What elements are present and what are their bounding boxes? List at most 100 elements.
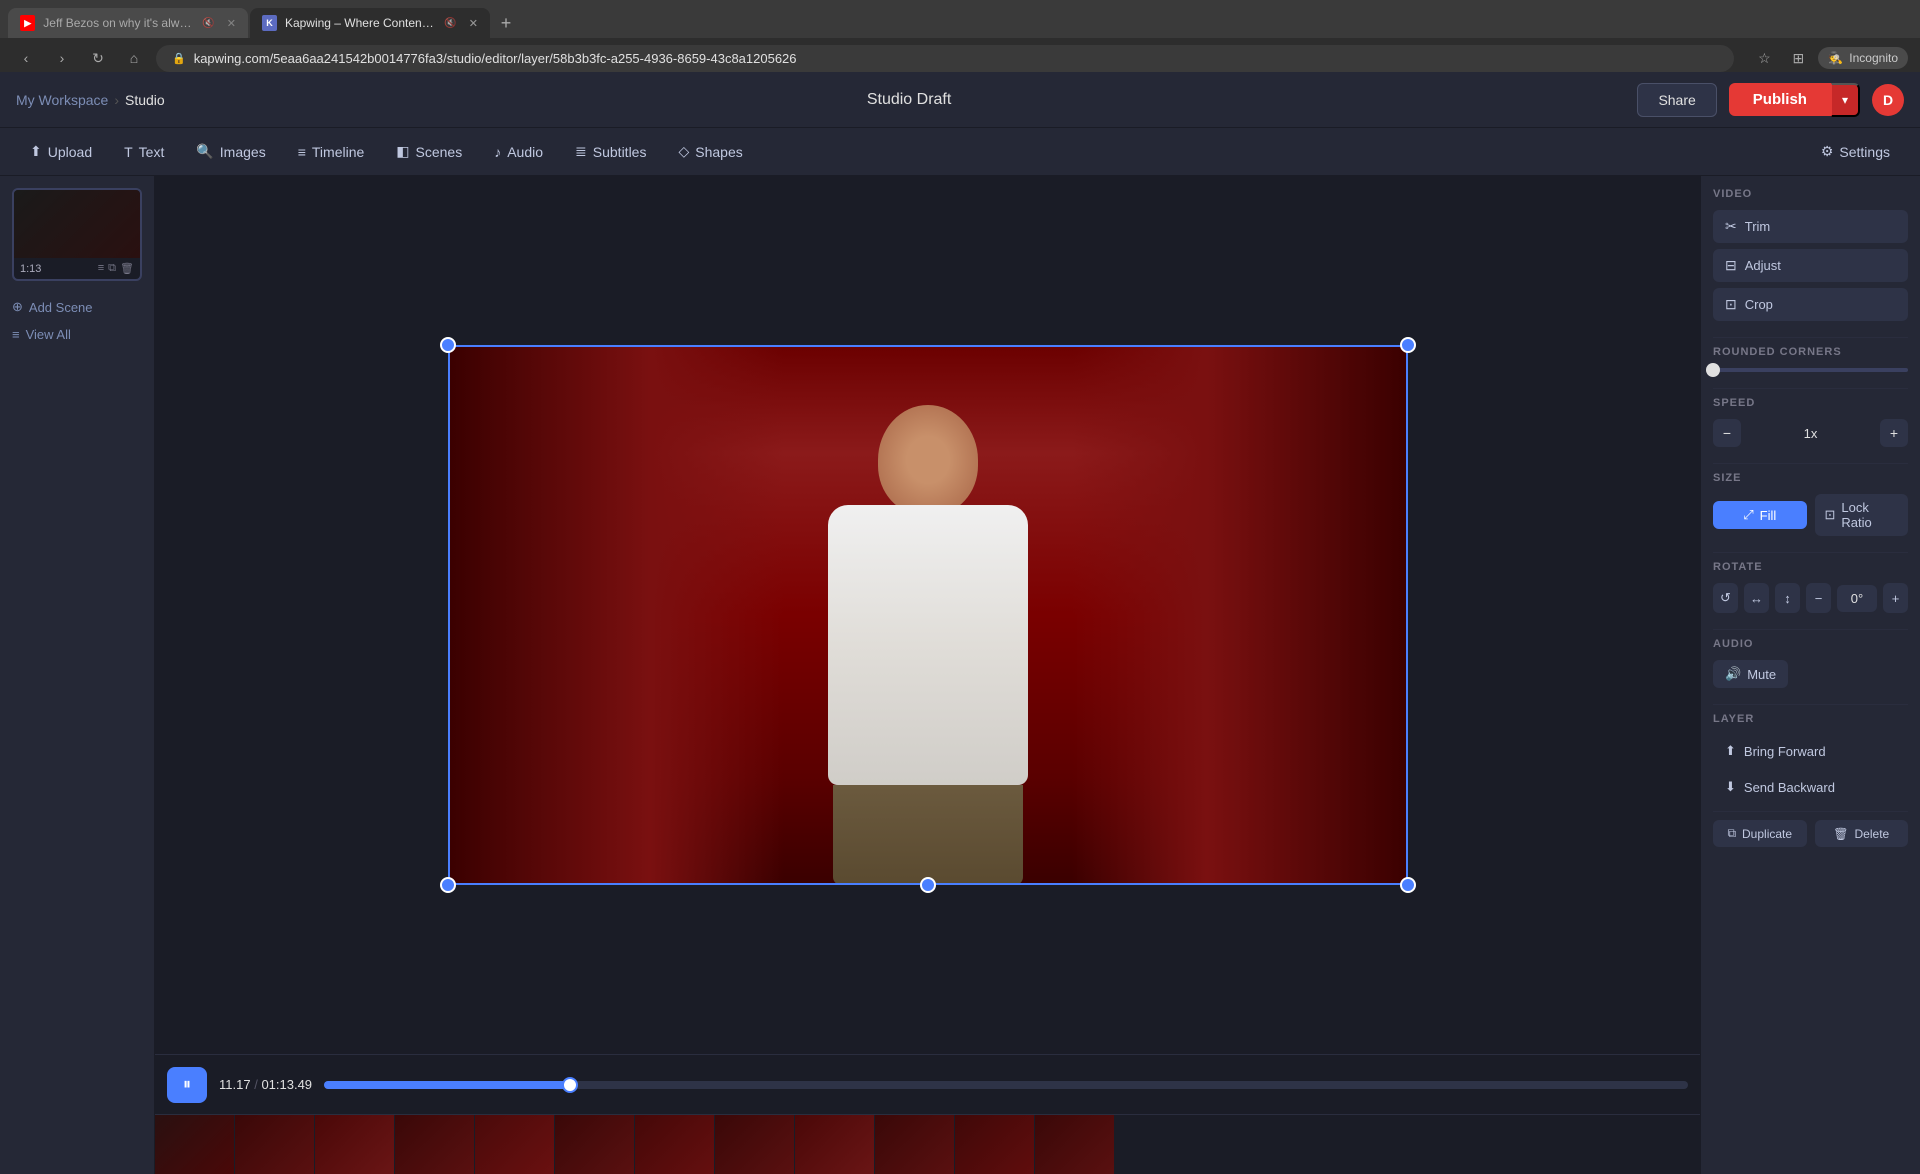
rounded-corners-title: ROUNDED CORNERS	[1713, 346, 1908, 358]
play-pause-button[interactable]: ⏸	[167, 1067, 207, 1103]
scene-card[interactable]: 1:13 ≡ ⧉ 🗑	[12, 188, 142, 281]
menu-item-shapes[interactable]: ◇ Shapes	[664, 135, 756, 168]
rotate-value-decrease-button[interactable]: −	[1806, 583, 1831, 613]
forward-button[interactable]: ›	[48, 44, 76, 72]
speed-section-title: SPEED	[1713, 397, 1908, 409]
add-scene-label: Add Scene	[29, 300, 93, 315]
scene-copy-button[interactable]: ⧉	[108, 262, 116, 275]
resize-handle-bottom-right[interactable]	[1400, 877, 1416, 893]
canvas-wrapper	[155, 176, 1700, 1054]
canvas[interactable]	[448, 345, 1408, 885]
tab-kapwing-mute-icon[interactable]: 🔇	[444, 18, 456, 29]
rounded-corners-slider[interactable]	[1713, 368, 1908, 372]
flip-vertical-button[interactable]: ↕	[1775, 583, 1800, 613]
publish-dropdown-button[interactable]: ▾	[1831, 83, 1860, 117]
new-tab-button[interactable]: +	[492, 9, 520, 37]
resize-handle-top-left[interactable]	[440, 337, 456, 353]
flip-horizontal-button[interactable]: ↔	[1744, 583, 1769, 613]
back-button[interactable]: ‹	[12, 44, 40, 72]
tab-youtube-close[interactable]: ✕	[227, 17, 236, 30]
fill-icon: ⤢	[1743, 507, 1753, 523]
timeline-icon: ≡	[298, 144, 306, 160]
settings-button[interactable]: ⚙ Settings	[1807, 135, 1904, 168]
view-all-button[interactable]: ≡ View All	[12, 321, 142, 348]
mute-icon: 🔊	[1725, 666, 1741, 682]
workspace-link[interactable]: My Workspace	[16, 92, 108, 108]
delete-button[interactable]: 🗑 Delete	[1815, 820, 1909, 847]
add-scene-button[interactable]: ⊕ Add Scene	[12, 293, 142, 321]
menu-item-subtitles[interactable]: ≣ Subtitles	[561, 135, 660, 168]
layer-section-title: LAYER	[1713, 713, 1908, 725]
shapes-icon: ◇	[678, 143, 689, 160]
current-time-display: 11.17 / 01:13.49	[219, 1077, 312, 1092]
rotate-value-input[interactable]	[1837, 585, 1877, 612]
duplicate-button[interactable]: ⧉ Duplicate	[1713, 820, 1807, 847]
incognito-icon: 🕵	[1828, 51, 1843, 65]
menu-item-text[interactable]: T Text	[110, 136, 178, 168]
tab-youtube-label: Jeff Bezos on why it's alway...	[43, 16, 194, 30]
timeline-progress	[324, 1081, 570, 1089]
audio-row: 🔊 Mute	[1713, 660, 1908, 688]
app: My Workspace › Studio Studio Draft Share…	[0, 72, 1920, 1174]
lock-ratio-button[interactable]: ⊡ Lock Ratio	[1815, 494, 1909, 536]
menu-item-upload[interactable]: ⬆ Upload	[16, 135, 106, 168]
speed-decrease-button[interactable]: −	[1713, 419, 1741, 447]
home-button[interactable]: ⌂	[120, 44, 148, 72]
menu-item-audio[interactable]: ♪ Audio	[480, 136, 557, 168]
mute-button[interactable]: 🔊 Mute	[1713, 660, 1788, 688]
menu-item-scenes[interactable]: ◧ Scenes	[382, 135, 476, 168]
bring-forward-button[interactable]: ⬆ Bring Forward	[1713, 735, 1908, 767]
publish-button[interactable]: Publish	[1729, 83, 1831, 116]
rotate-ccw-button[interactable]: ↺	[1713, 583, 1738, 613]
timeline-scrubber[interactable]	[562, 1077, 578, 1093]
filmstrip-frame-1	[155, 1115, 235, 1174]
menu-upload-label: Upload	[48, 144, 92, 160]
toolbar-right: Share Publish ▾ D	[1637, 83, 1904, 117]
menu-item-timeline[interactable]: ≡ Timeline	[284, 136, 379, 168]
menu-audio-label: Audio	[507, 144, 543, 160]
tab-youtube[interactable]: ▶ Jeff Bezos on why it's alway... 🔇 ✕	[8, 8, 248, 38]
extensions-button[interactable]: ⊞	[1784, 44, 1812, 72]
user-avatar[interactable]: D	[1872, 84, 1904, 116]
video-section: VIDEO ✂ Trim ⊟ Adjust ⊡ Crop	[1713, 188, 1908, 321]
send-backward-button[interactable]: ⬇ Send Backward	[1713, 771, 1908, 803]
menu-images-label: Images	[220, 144, 266, 160]
resize-handle-bottom-left[interactable]	[440, 877, 456, 893]
tab-youtube-mute-icon[interactable]: 🔇	[202, 18, 214, 29]
adjust-button[interactable]: ⊟ Adjust	[1713, 249, 1908, 282]
menu-timeline-label: Timeline	[312, 144, 364, 160]
address-bar[interactable]: 🔒 kapwing.com/5eaa6aa241542b0014776fa3/s…	[156, 45, 1734, 72]
refresh-button[interactable]: ↻	[84, 44, 112, 72]
rotate-value-increase-button[interactable]: +	[1883, 583, 1908, 613]
speed-increase-button[interactable]: +	[1880, 419, 1908, 447]
menu-subtitles-label: Subtitles	[593, 144, 647, 160]
rounded-corners-section: ROUNDED CORNERS	[1713, 346, 1908, 372]
filmstrip-frame-4	[395, 1115, 475, 1174]
share-button[interactable]: Share	[1637, 83, 1716, 117]
menu-item-images[interactable]: 🔍 Images	[182, 135, 279, 168]
bookmark-button[interactable]: ☆	[1750, 44, 1778, 72]
menu-shapes-label: Shapes	[695, 144, 742, 160]
speed-section: SPEED − 1x +	[1713, 397, 1908, 447]
timeline-track[interactable]	[324, 1081, 1688, 1089]
duplicate-label: Duplicate	[1742, 827, 1792, 841]
audio-section-title: AUDIO	[1713, 638, 1908, 650]
filmstrip	[155, 1114, 1700, 1174]
resize-handle-bottom-center[interactable]	[920, 877, 936, 893]
fill-button[interactable]: ⤢ Fill	[1713, 501, 1807, 529]
scene-delete-button[interactable]: 🗑	[120, 262, 134, 275]
filmstrip-frame-6	[555, 1115, 635, 1174]
tab-kapwing-close[interactable]: ✕	[469, 17, 478, 30]
tab-kapwing[interactable]: K Kapwing – Where Content C... 🔇 ✕	[250, 8, 490, 38]
video-layer	[448, 345, 1408, 885]
scene-reorder-button[interactable]: ≡	[98, 262, 104, 275]
rounded-corners-thumb[interactable]	[1706, 363, 1720, 377]
lock-ratio-icon: ⊡	[1825, 507, 1836, 523]
crop-button[interactable]: ⊡ Crop	[1713, 288, 1908, 321]
lock-ratio-label: Lock Ratio	[1841, 500, 1898, 530]
filmstrip-frame-12	[1035, 1115, 1115, 1174]
trim-button[interactable]: ✂ Trim	[1713, 210, 1908, 243]
resize-handle-top-right[interactable]	[1400, 337, 1416, 353]
menu-text-label: Text	[139, 144, 165, 160]
main-content: 1:13 ≡ ⧉ 🗑 ⊕ Add Scene ≡ View All	[0, 176, 1920, 1174]
